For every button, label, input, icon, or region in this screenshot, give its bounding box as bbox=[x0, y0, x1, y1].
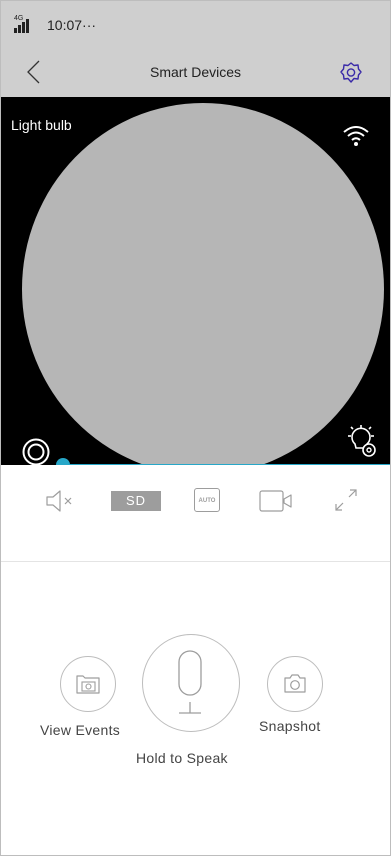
signal-icon: 4G bbox=[14, 15, 32, 33]
snapshot-label: Snapshot bbox=[259, 718, 321, 734]
device-label: Light bulb bbox=[11, 117, 72, 133]
microphone-icon bbox=[178, 650, 202, 714]
camera-preview bbox=[22, 103, 384, 465]
status-time: 10:07··· bbox=[47, 17, 97, 33]
page-title: Smart Devices bbox=[149, 64, 242, 80]
video-feed[interactable]: Light bulb bbox=[1, 97, 390, 465]
network-type: 4G bbox=[14, 15, 24, 22]
camera-icon bbox=[284, 674, 306, 693]
hold-to-speak-button[interactable] bbox=[142, 634, 240, 732]
hold-to-speak-label: Hold to Speak bbox=[136, 750, 228, 766]
brightness-slider-handle[interactable] bbox=[56, 458, 70, 465]
mute-icon[interactable] bbox=[45, 489, 79, 513]
photo-folder-icon bbox=[76, 675, 100, 694]
settings-gear-icon[interactable] bbox=[339, 61, 363, 85]
fullscreen-icon[interactable] bbox=[333, 487, 359, 513]
video-toolbar: SD AUTO bbox=[1, 465, 390, 562]
wifi-icon bbox=[341, 123, 371, 149]
status-bar: 4G 10:07··· bbox=[1, 1, 390, 47]
light-settings-icon[interactable] bbox=[346, 424, 378, 458]
record-icon[interactable] bbox=[22, 438, 50, 465]
controls-panel: View Events Hold to Speak Snapshot bbox=[1, 562, 390, 855]
view-events-label: View Events bbox=[40, 722, 121, 738]
view-events-button[interactable] bbox=[60, 656, 116, 712]
auto-button[interactable]: AUTO bbox=[194, 488, 220, 512]
snapshot-button[interactable] bbox=[267, 656, 323, 712]
video-record-icon[interactable] bbox=[259, 489, 295, 513]
navigation-bar: Smart Devices bbox=[1, 47, 390, 97]
video-quality-button[interactable]: SD bbox=[111, 491, 161, 511]
app-screen: 4G 10:07··· Smart Devices Light bulb SD … bbox=[0, 0, 391, 856]
